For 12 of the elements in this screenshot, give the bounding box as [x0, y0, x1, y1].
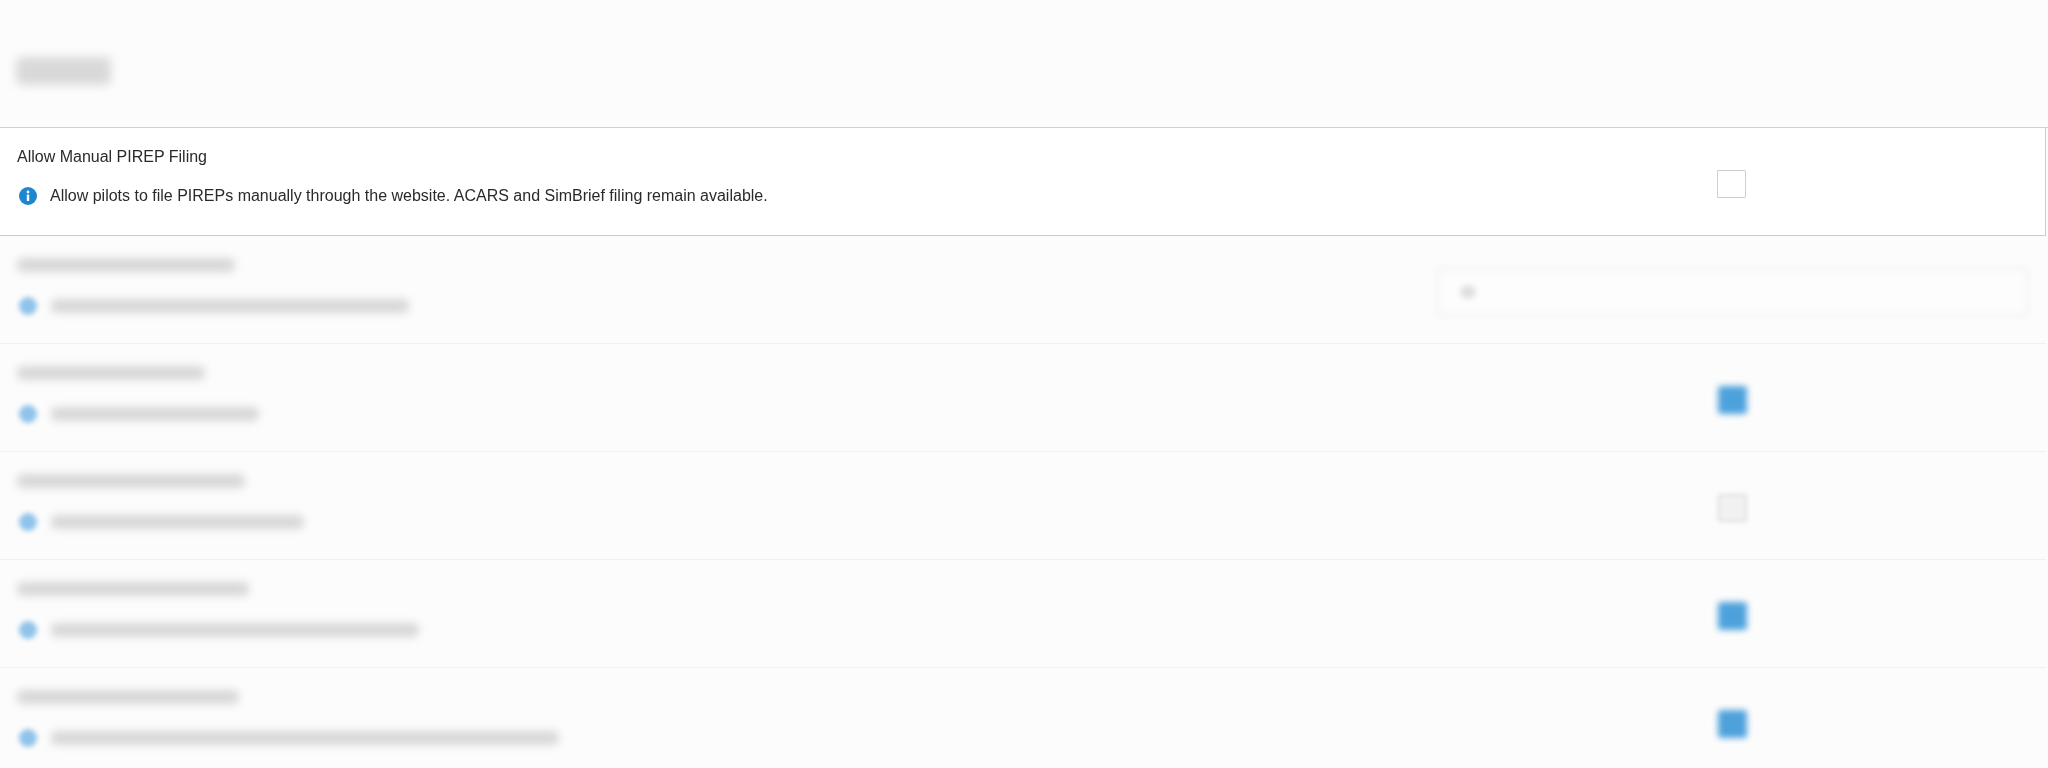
- setting-description: Allow pilots to file PIREPs manually through the website. ACARS and SimBrief filing remain available.: [50, 186, 768, 206]
- setting-title: Allow Manual PIREP Filing: [17, 147, 207, 167]
- checkbox[interactable]: [1717, 169, 1746, 198]
- blurred-dot-icon: [19, 297, 37, 315]
- blurred-dot-icon: [19, 405, 37, 423]
- blurred-dot-icon: [19, 513, 37, 531]
- blurred-checkbox[interactable]: [1718, 709, 1747, 738]
- blurred-checkbox[interactable]: [1718, 385, 1747, 414]
- blurred-dot-icon: [19, 729, 37, 747]
- blurred-dot-icon: [19, 621, 37, 639]
- blurred-checkbox[interactable]: [1718, 601, 1747, 630]
- info-icon: [19, 187, 37, 205]
